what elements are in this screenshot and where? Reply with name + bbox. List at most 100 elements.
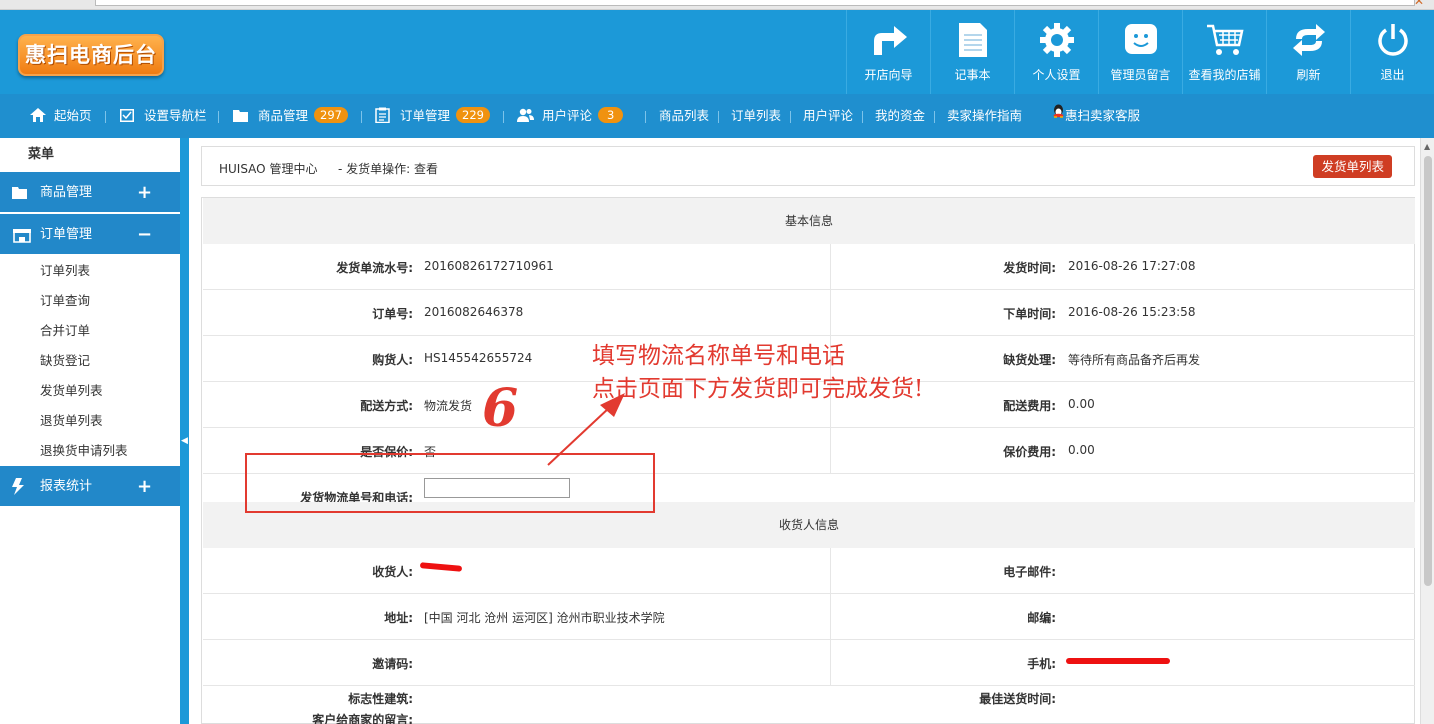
collapse-arrow-icon: ◀	[181, 436, 188, 446]
sidebar-item-order-list[interactable]: 订单列表	[0, 256, 180, 286]
scroll-up-icon[interactable]: ▲	[1424, 142, 1430, 151]
page-scrollbar[interactable]: ▲	[1420, 138, 1434, 724]
annotation-text: 填写物流名称单号和电话 点击页面下方发货即可完成发货!	[592, 340, 923, 406]
sidebar-item-exchange-requests[interactable]: 退换货申请列表	[0, 436, 180, 466]
header-toolbar: 开店向导 记事本 个人设置 管理员留言 查看我的店铺 刷新 退出	[846, 10, 1434, 94]
folder-icon	[233, 110, 248, 122]
sidebar-item-merge-orders[interactable]: 合并订单	[0, 316, 180, 346]
tool-label: 刷新	[1296, 68, 1321, 82]
field-label: 电子邮件:	[1003, 565, 1056, 579]
nav-user-review[interactable]: 用户评论	[803, 94, 853, 138]
field-value: 20160826172710961	[424, 259, 554, 273]
table-row: 客户给商家的留言:	[203, 707, 1415, 724]
table-row: 订单号: 2016082646378 下单时间: 2016-08-26 15:2…	[203, 290, 1415, 336]
field-value: [中国 河北 沧州 运河区] 沧州市职业技术学院	[424, 611, 665, 625]
field-label: 发货单流水号:	[336, 261, 413, 275]
sidebar-item-stockout-register[interactable]: 缺货登记	[0, 346, 180, 376]
nav-user-comments-label: 用户评论	[542, 108, 593, 123]
field-value: 0.00	[1068, 443, 1095, 457]
table-row: 标志性建筑: 最佳送货时间:	[203, 686, 1415, 708]
url-field[interactable]	[95, 0, 1415, 6]
tool-label: 开店向导	[864, 68, 913, 82]
browser-address-bar: ✕	[0, 0, 1434, 10]
nav-customer-service-label: 惠扫卖家客服	[1065, 108, 1141, 123]
field-label: 发货时间:	[1003, 261, 1056, 275]
annotation-step-number: 6	[482, 378, 519, 439]
annotation-line-2: 点击页面下方发货即可完成发货!	[592, 376, 924, 402]
comment-count-badge: 3	[598, 107, 624, 123]
sidebar-item-order-query[interactable]: 订单查询	[0, 286, 180, 316]
column-divider	[830, 428, 831, 473]
field-value: 2016-08-26 15:23:58	[1068, 305, 1196, 319]
nav-goods-management[interactable]: 商品管理 297	[233, 94, 348, 138]
open-store-guide-button[interactable]: 开店向导	[846, 10, 930, 94]
nav-divider	[503, 111, 504, 123]
share-arrow-icon	[847, 22, 930, 58]
menu-title: 菜单	[28, 147, 55, 162]
nav-order-management[interactable]: 订单管理 229	[375, 94, 490, 138]
expand-icon: +	[137, 182, 153, 203]
nav-home[interactable]: 起始页	[30, 94, 92, 138]
gear-icon	[1015, 22, 1098, 58]
column-divider	[830, 640, 831, 685]
column-divider	[830, 548, 831, 593]
nav-seller-guide[interactable]: 卖家操作指南	[947, 94, 1022, 138]
column-divider	[830, 244, 831, 289]
nav-my-funds[interactable]: 我的资金	[875, 94, 925, 138]
refresh-icon	[1267, 22, 1350, 58]
nav-divider	[105, 111, 106, 123]
sidebar-group-label: 报表统计	[40, 479, 93, 494]
nav-user-comments[interactable]: 用户评论 3	[517, 94, 624, 138]
breadcrumb-current: - 发货单操作: 查看	[338, 162, 439, 176]
delivery-list-button[interactable]: 发货单列表	[1313, 155, 1392, 178]
view-my-store-button[interactable]: 查看我的店铺	[1182, 10, 1266, 94]
power-icon	[1351, 22, 1434, 58]
sidebar-item-return-list[interactable]: 退货单列表	[0, 406, 180, 436]
tool-label: 记事本	[954, 68, 991, 82]
goods-count-badge: 297	[314, 107, 348, 123]
close-tab-icon[interactable]: ✕	[1414, 0, 1424, 7]
nav-divider	[790, 111, 791, 123]
field-value: 2016-08-26 17:27:08	[1068, 259, 1196, 273]
table-row: 邀请码: 手机:	[203, 640, 1415, 686]
users-icon	[517, 108, 534, 122]
tool-label: 个人设置	[1032, 68, 1081, 82]
breadcrumb: HUISAO 管理中心 - 发货单操作: 查看 发货单列表	[201, 146, 1415, 186]
sidebar-group-orders[interactable]: 订单管理 −	[0, 214, 180, 256]
nav-goods-list[interactable]: 商品列表	[659, 94, 709, 138]
sidebar-item-delivery-list[interactable]: 发货单列表	[0, 376, 180, 406]
admin-message-button[interactable]: 管理员留言	[1098, 10, 1182, 94]
sidebar-toggle[interactable]: ◀	[180, 138, 189, 724]
nav-order-management-label: 订单管理	[400, 108, 451, 123]
field-value: HS145542655724	[424, 351, 533, 365]
field-value: 2016082646378	[424, 305, 524, 319]
field-label: 最佳送货时间:	[979, 692, 1056, 706]
clipboard-icon	[375, 107, 390, 124]
nav-customer-service[interactable]: 惠扫卖家客服	[1052, 94, 1140, 138]
personal-settings-button[interactable]: 个人设置	[1014, 10, 1098, 94]
field-label: 订单号:	[372, 307, 413, 321]
field-label: 收货人:	[372, 565, 413, 579]
top-header: 惠扫电商后台 开店向导 记事本 个人设置 管理员留言 查看我的店铺 刷新 退出	[0, 10, 1434, 94]
notepad-button[interactable]: 记事本	[930, 10, 1014, 94]
nav-divider	[361, 111, 362, 123]
qq-penguin-icon	[1053, 104, 1064, 118]
logout-button[interactable]: 退出	[1350, 10, 1434, 94]
site-logo[interactable]: 惠扫电商后台	[18, 34, 164, 76]
store-icon	[13, 229, 31, 243]
nav-set-navigation[interactable]: 设置导航栏	[120, 94, 207, 138]
refresh-button[interactable]: 刷新	[1266, 10, 1350, 94]
sidebar-group-goods[interactable]: 商品管理 +	[0, 172, 180, 214]
field-label: 下单时间:	[1003, 307, 1056, 321]
main-nav: 起始页 设置导航栏 商品管理 297 订单管理 229 用户评论 3 商品列表 订单列…	[0, 94, 1434, 138]
breadcrumb-home[interactable]: HUISAO 管理中心	[219, 160, 317, 177]
field-value: 等待所有商品备齐后再发	[1068, 353, 1201, 367]
sidebar-group-reports[interactable]: 报表统计 +	[0, 466, 180, 508]
column-divider	[830, 594, 831, 639]
field-label: 标志性建筑:	[348, 692, 413, 706]
scrollbar-thumb[interactable]	[1424, 156, 1432, 586]
tool-label: 查看我的店铺	[1188, 68, 1261, 82]
tool-label: 退出	[1380, 68, 1405, 82]
field-label: 客户给商家的留言:	[312, 713, 413, 724]
nav-order-list[interactable]: 订单列表	[731, 94, 781, 138]
